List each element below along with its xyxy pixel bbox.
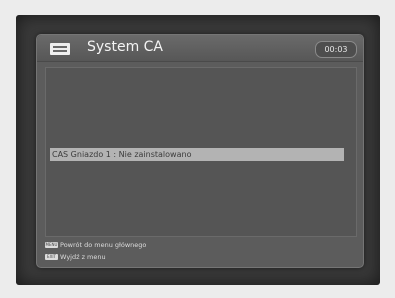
title-bar: System CA 00:03 <box>37 35 363 62</box>
menu-key-icon: MENU <box>45 242 58 248</box>
list-item-cas-slot-1[interactable]: CAS Gniazdo 1 : Nie zainstalowano <box>50 148 344 161</box>
menu-list-icon <box>50 43 70 55</box>
hint-back-to-main-menu: MENU Powrót do menu głównego <box>45 240 146 250</box>
cas-slot-list: CAS Gniazdo 1 : Nie zainstalowano <box>45 67 357 237</box>
exit-key-icon: EXIT <box>45 254 58 260</box>
page-title: System CA <box>87 39 164 55</box>
hint-text: Wyjdź z menu <box>60 253 106 261</box>
hint-text: Powrót do menu głównego <box>60 241 147 249</box>
clock-display: 00:03 <box>315 41 357 58</box>
hint-exit-menu: EXIT Wyjdź z menu <box>45 252 106 262</box>
footer-hints: MENU Powrót do menu głównego EXIT Wyjdź z … <box>45 240 355 262</box>
system-ca-dialog: System CA 00:03 CAS Gniazdo 1 : Nie zain… <box>36 34 364 268</box>
